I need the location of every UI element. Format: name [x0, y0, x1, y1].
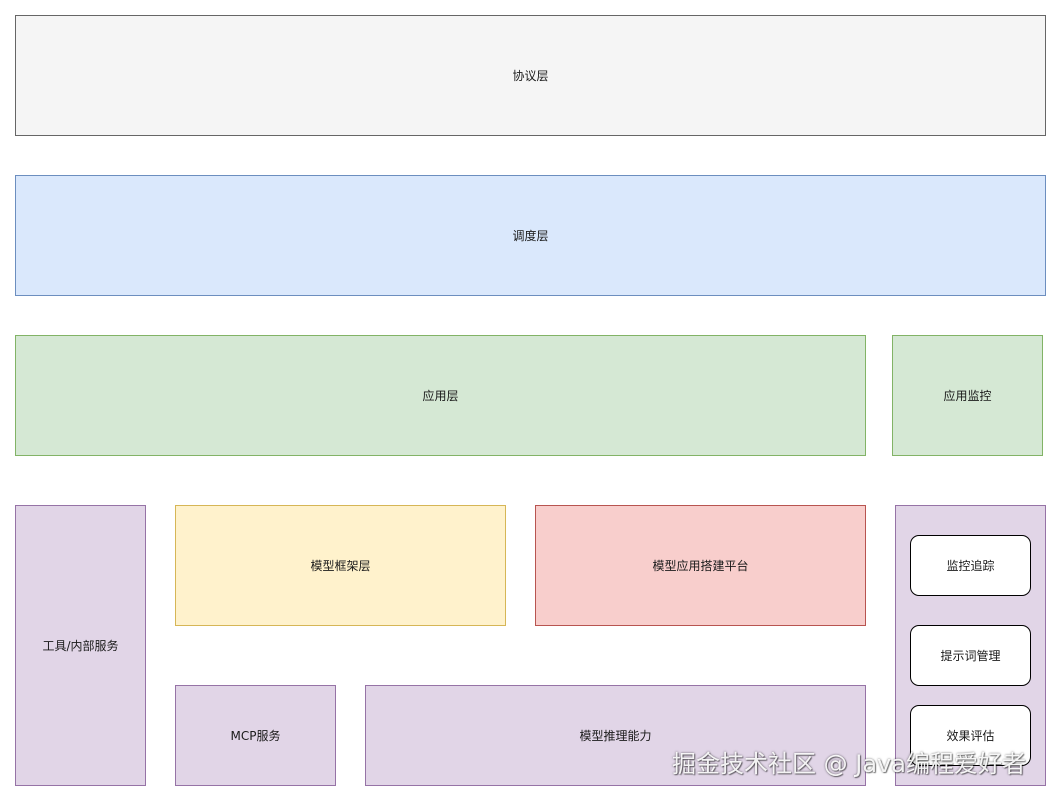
model-framework-layer-label: 模型框架层 [310, 559, 371, 573]
mcp-service-label: MCP服务 [230, 729, 281, 743]
model-inference-label: 模型推理能力 [579, 729, 652, 743]
model-app-platform-label: 模型应用搭建平台 [652, 559, 749, 573]
tools-internal-services-box: 工具/内部服务 [15, 505, 146, 786]
effect-evaluation-label: 效果评估 [946, 729, 995, 743]
model-app-platform-box: 模型应用搭建平台 [535, 505, 866, 626]
application-monitoring-label: 应用监控 [943, 389, 992, 403]
application-layer-label: 应用层 [422, 389, 459, 403]
tools-internal-services-label: 工具/内部服务 [42, 639, 119, 653]
application-monitoring-box: 应用监控 [892, 335, 1043, 456]
model-framework-layer-box: 模型框架层 [175, 505, 506, 626]
prompt-management-label: 提示词管理 [940, 649, 1001, 663]
protocol-layer-box: 协议层 [15, 15, 1046, 136]
monitoring-tracing-box: 监控追踪 [910, 535, 1031, 596]
protocol-layer-label: 协议层 [512, 69, 549, 83]
monitoring-tracing-label: 监控追踪 [946, 559, 995, 573]
prompt-management-box: 提示词管理 [910, 625, 1031, 686]
mcp-service-box: MCP服务 [175, 685, 336, 786]
scheduling-layer-label: 调度层 [512, 229, 549, 243]
watermark-text: 掘金技术社区 @ Java编程爱好者 [672, 750, 1026, 778]
scheduling-layer-box: 调度层 [15, 175, 1046, 296]
application-layer-box: 应用层 [15, 335, 866, 456]
